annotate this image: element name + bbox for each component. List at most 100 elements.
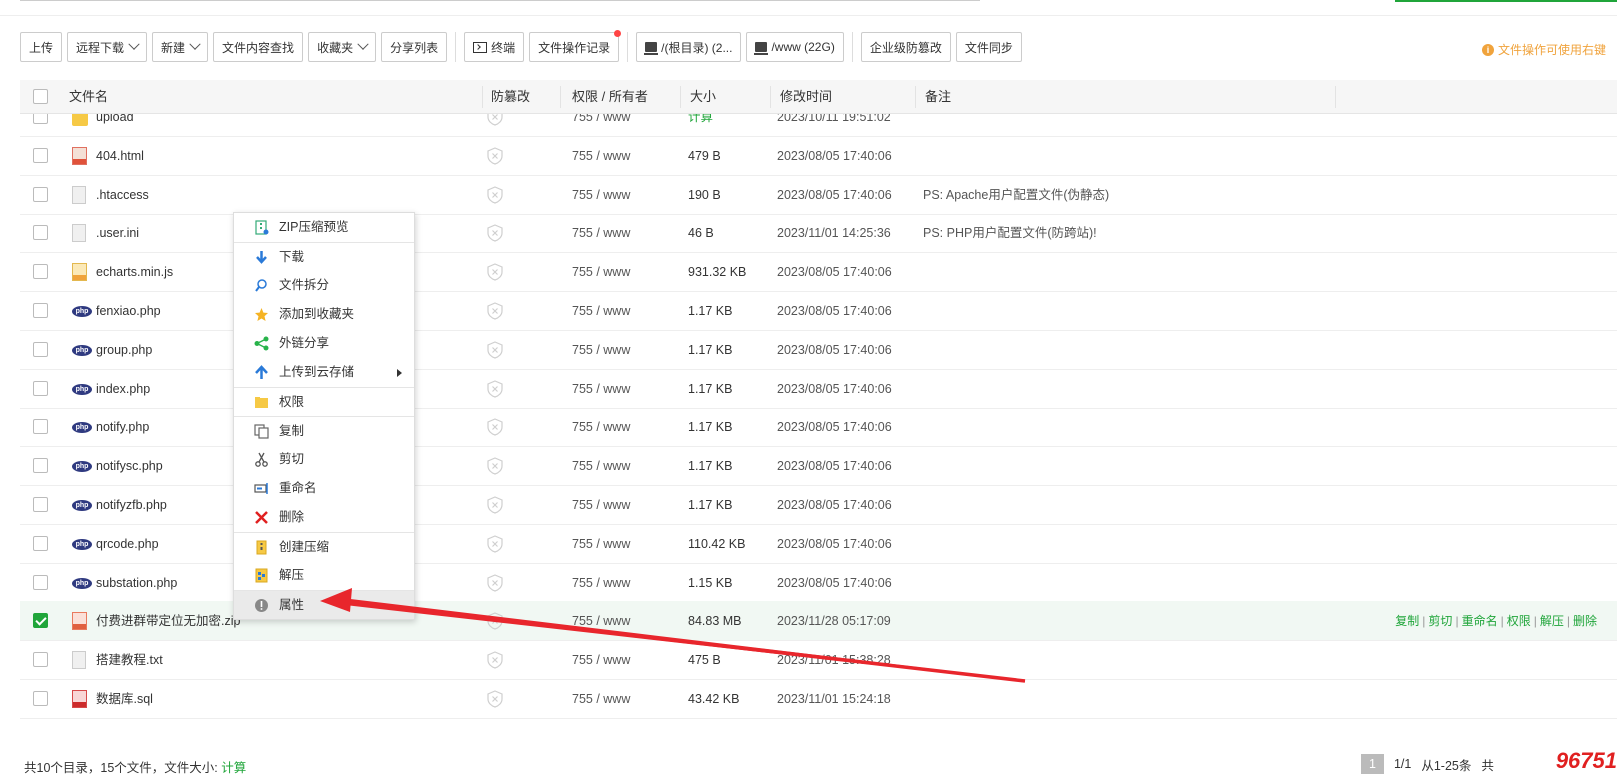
file-permission[interactable]: 755 / www	[572, 485, 630, 525]
file-name[interactable]: upload	[96, 114, 134, 137]
www-disk-button[interactable]: /www (22G)	[746, 32, 844, 62]
row-action-link[interactable]: 权限	[1507, 614, 1531, 628]
file-permission[interactable]: 755 / www	[572, 601, 630, 641]
row-checkbox[interactable]	[33, 691, 48, 706]
file-permission[interactable]: 755 / www	[572, 563, 630, 603]
ctx-item-folder-permission[interactable]: 权限	[234, 387, 414, 416]
file-op-log-button[interactable]: 文件操作记录	[529, 30, 622, 62]
file-permission[interactable]: 755 / www	[572, 524, 630, 564]
table-row[interactable]: 404.html 755 / www 479 B 2023/08/05 17:40:0…	[20, 136, 1617, 176]
file-permission[interactable]: 755 / www	[572, 175, 630, 215]
ctx-item-split[interactable]: 文件拆分	[234, 271, 414, 300]
row-action-link[interactable]: 重命名	[1462, 614, 1498, 628]
file-permission[interactable]: 755 / www	[572, 252, 630, 292]
row-checkbox[interactable]	[33, 497, 48, 512]
header-name[interactable]: 文件名	[69, 80, 108, 114]
table-row[interactable]: upload 755 / www 计算 2023/10/11 19:51:02	[20, 114, 1617, 137]
file-name[interactable]: 搭建教程.txt	[96, 640, 163, 680]
table-row[interactable]: .htaccess 755 / www 190 B 2023/08/05 17:40:…	[20, 175, 1617, 215]
terminal-button[interactable]: 终端	[464, 32, 525, 62]
file-name[interactable]: echarts.min.js	[96, 252, 173, 292]
file-sync-button[interactable]: 文件同步	[955, 32, 1022, 62]
ctx-item-rename[interactable]: 重命名	[234, 474, 414, 503]
calc-size-link[interactable]: 计算	[221, 761, 246, 775]
file-permission[interactable]: 755 / www	[572, 679, 630, 719]
row-checkbox[interactable]	[33, 186, 48, 202]
tamper-shield-icon[interactable]	[487, 612, 503, 631]
tamper-shield-icon[interactable]	[487, 690, 503, 708]
new-button[interactable]: 新建	[152, 32, 209, 62]
ctx-item-share[interactable]: 外链分享	[234, 329, 414, 358]
header-size[interactable]: 大小	[690, 80, 716, 114]
file-name[interactable]: fenxiao.php	[96, 291, 161, 331]
tamper-shield-icon[interactable]	[487, 651, 503, 669]
tamper-shield-icon[interactable]	[487, 302, 503, 320]
tamper-shield-icon[interactable]	[487, 341, 503, 359]
row-checkbox[interactable]	[33, 114, 48, 124]
row-checkbox[interactable]	[33, 264, 48, 280]
file-name[interactable]: group.php	[96, 330, 152, 370]
remote-download-button[interactable]: 远程下载	[67, 32, 148, 62]
select-all-checkbox[interactable]	[33, 89, 48, 104]
file-permission[interactable]: 755 / www	[572, 291, 630, 331]
row-checkbox[interactable]	[33, 574, 48, 590]
file-name[interactable]: .htaccess	[96, 175, 149, 215]
header-perm[interactable]: 权限 / 所有者	[572, 80, 648, 114]
file-name[interactable]: notifyzfb.php	[96, 485, 167, 525]
ctx-item-zip-preview[interactable]: ZIP压缩预览	[234, 213, 414, 242]
file-name[interactable]: 付费进群带定位无加密.zip	[96, 601, 240, 641]
row-checkbox[interactable]	[33, 535, 48, 551]
file-name[interactable]: qrcode.php	[96, 524, 159, 564]
tamper-proof-button[interactable]: 企业级防篡改	[860, 32, 951, 62]
file-permission[interactable]: 755 / www	[572, 330, 630, 370]
file-permission[interactable]: 755 / www	[572, 369, 630, 409]
row-checkbox[interactable]	[33, 380, 48, 396]
row-action-link[interactable]: 解压	[1540, 614, 1564, 628]
ctx-item-cloud-upload[interactable]: 上传到云存储	[234, 358, 414, 387]
tamper-shield-icon[interactable]	[487, 379, 503, 398]
tamper-shield-icon[interactable]	[487, 573, 503, 592]
share-list-button[interactable]: 分享列表	[381, 32, 448, 62]
table-row[interactable]: 数据库.sql 755 / www 43.42 KB 2023/11/01 15:24…	[20, 679, 1617, 719]
file-name[interactable]: notifysc.php	[96, 446, 163, 486]
file-permission[interactable]: 755 / www	[572, 136, 630, 176]
row-action-link[interactable]: 复制	[1395, 614, 1419, 628]
ctx-item-compress[interactable]: 创建压缩	[234, 532, 414, 561]
row-action-link[interactable]: 剪切	[1428, 614, 1452, 628]
row-checkbox[interactable]	[33, 147, 48, 163]
ctx-item-delete[interactable]: 删除	[234, 503, 414, 532]
row-checkbox[interactable]	[33, 652, 48, 668]
file-permission[interactable]: 755 / www	[572, 640, 630, 680]
tamper-shield-icon[interactable]	[487, 418, 503, 437]
file-name[interactable]: substation.php	[96, 563, 177, 603]
upload-button[interactable]: 上传	[20, 32, 63, 62]
content-search-button[interactable]: 文件内容查找	[213, 32, 304, 62]
favorites-button[interactable]: 收藏夹	[308, 32, 377, 62]
file-permission[interactable]: 755 / www	[572, 213, 630, 253]
tamper-shield-icon[interactable]	[487, 457, 503, 475]
file-note[interactable]: PS: PHP用户配置文件(防跨站)!	[923, 213, 1097, 253]
file-name[interactable]: .user.ini	[96, 213, 139, 253]
row-checkbox[interactable]	[33, 303, 48, 318]
ctx-item-info[interactable]: 属性	[234, 590, 414, 619]
file-name[interactable]: notify.php	[96, 407, 149, 447]
ctx-item-copy[interactable]: 复制	[234, 416, 414, 445]
root-disk-button[interactable]: /(根目录) (2...	[636, 32, 742, 62]
ctx-item-extract[interactable]: 解压	[234, 561, 414, 590]
file-name[interactable]: 404.html	[96, 136, 144, 176]
tamper-shield-icon[interactable]	[487, 185, 503, 204]
row-action-link[interactable]: 删除	[1573, 614, 1597, 628]
table-row[interactable]: 搭建教程.txt 755 / www 475 B 2023/11/01 15:38:2…	[20, 640, 1617, 681]
row-checkbox[interactable]	[33, 419, 48, 435]
tamper-shield-icon[interactable]	[487, 496, 503, 514]
page-current[interactable]: 1	[1361, 754, 1384, 774]
row-checkbox[interactable]	[33, 225, 48, 241]
tamper-shield-icon[interactable]	[487, 224, 503, 243]
file-permission[interactable]: 755 / www	[572, 114, 630, 137]
file-permission[interactable]: 755 / www	[572, 407, 630, 447]
tamper-shield-icon[interactable]	[487, 147, 503, 165]
file-name[interactable]: index.php	[96, 369, 150, 409]
tamper-shield-icon[interactable]	[487, 263, 503, 281]
tamper-shield-icon[interactable]	[487, 114, 503, 126]
file-size[interactable]: 计算	[688, 114, 713, 137]
